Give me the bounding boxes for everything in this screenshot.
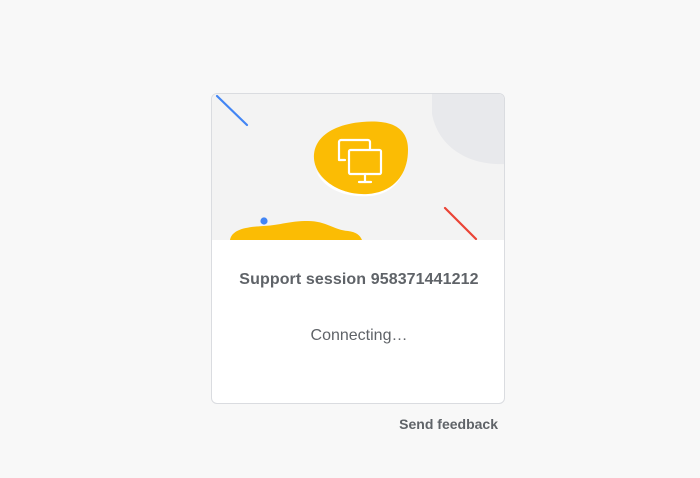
session-illustration (212, 94, 504, 240)
decorative-gray-blob (432, 94, 504, 165)
decorative-yellow-wave (230, 221, 362, 240)
page: Support session 958371441212 Connecting…… (0, 0, 700, 478)
session-title: Support session 958371441212 (239, 271, 479, 288)
connection-status: Connecting… (310, 327, 408, 344)
decorative-red-line (443, 206, 478, 240)
session-card: Support session 958371441212 Connecting… (211, 93, 505, 404)
decorative-blue-line (215, 94, 249, 127)
send-feedback-link[interactable]: Send feedback (380, 416, 498, 432)
decorative-blue-dot (260, 217, 268, 225)
